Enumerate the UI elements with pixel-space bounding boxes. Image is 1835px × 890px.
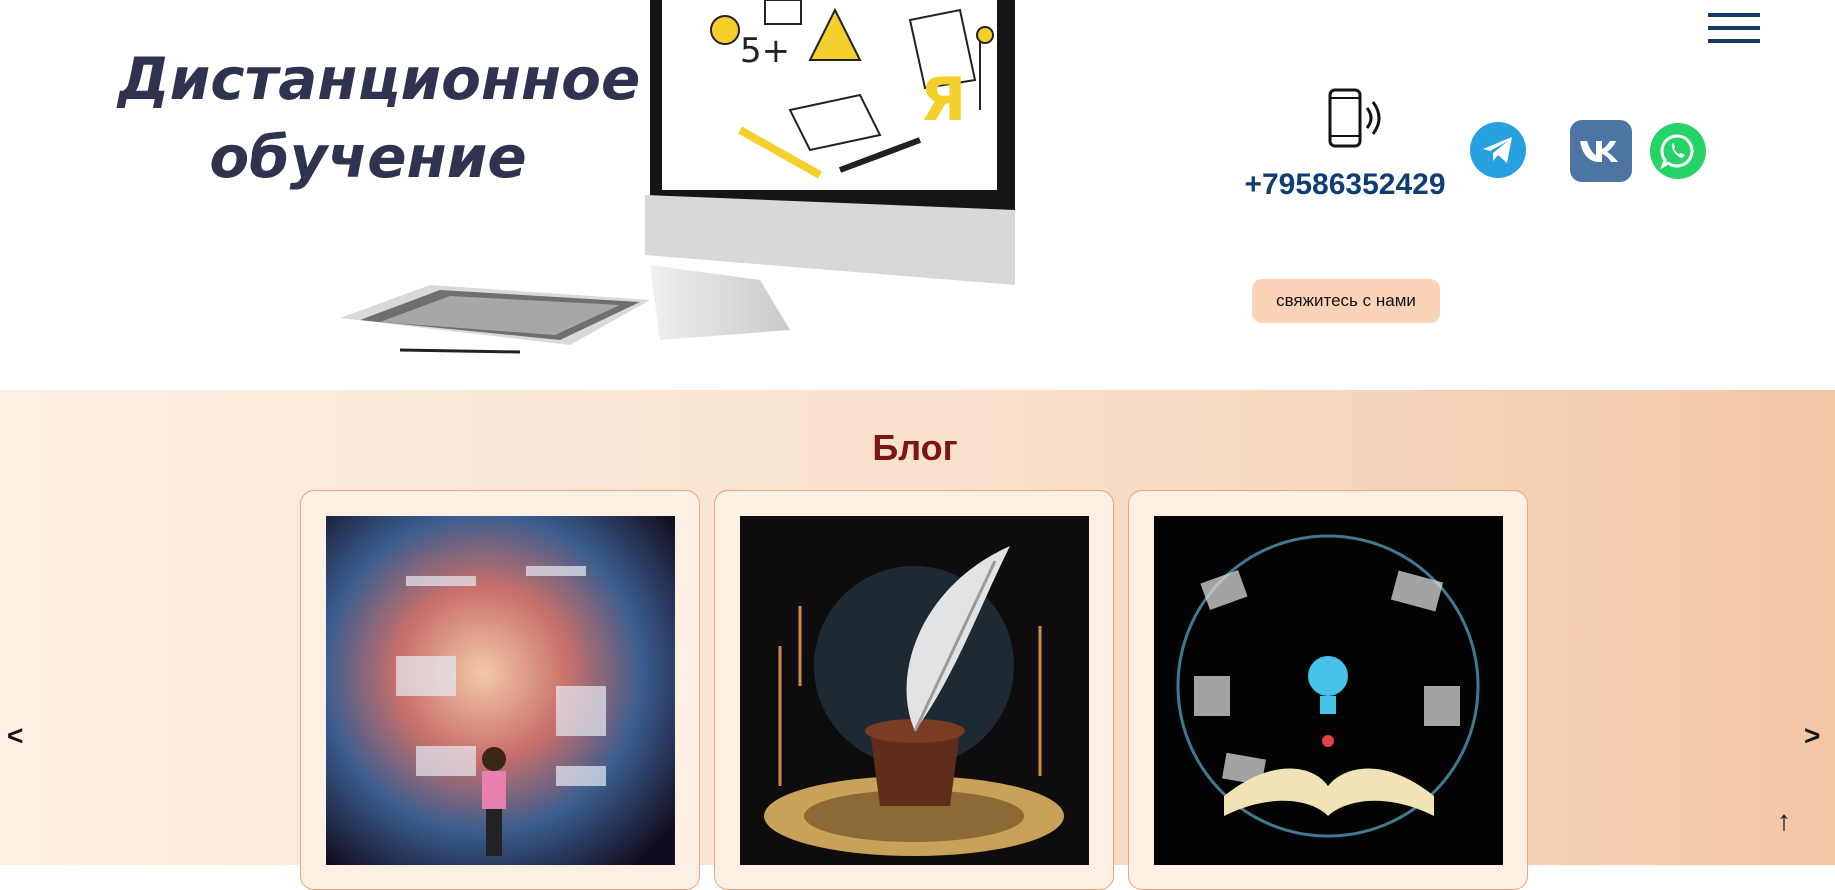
whatsapp-phone-glyph [1660, 134, 1694, 169]
blog-section: Блог < > ↑ [0, 390, 1835, 890]
svg-text:5+: 5+ [740, 31, 790, 71]
blog-title: Блог [872, 427, 958, 468]
whatsapp-icon[interactable] [1650, 123, 1706, 179]
telegram-icon[interactable] [1470, 122, 1526, 178]
hamburger-menu-icon[interactable] [1708, 13, 1760, 45]
carousel-next-arrow[interactable]: > [1804, 720, 1820, 752]
phone-icon [1328, 88, 1381, 148]
monitor-illustration: 5+ Я [340, 0, 1015, 354]
blog-card[interactable] [1128, 490, 1528, 890]
svg-text:Я: Я [920, 65, 966, 135]
scroll-to-top-button[interactable]: ↑ [1777, 805, 1791, 837]
blog-card[interactable] [714, 490, 1114, 890]
carousel-prev-arrow[interactable]: < [7, 720, 23, 752]
vk-icon[interactable] [1570, 120, 1632, 182]
blog-card-image[interactable] [326, 516, 675, 865]
blog-card-image[interactable] [740, 516, 1089, 865]
blog-card[interactable] [300, 490, 700, 890]
contact-us-button[interactable]: свяжитесь с нами [1252, 279, 1440, 323]
site-header: Дистанционное обучение 5+ Я +79586352429… [0, 0, 1835, 390]
phone-number[interactable]: +79586352429 [1240, 168, 1450, 202]
telegram-plane-glyph [1483, 137, 1512, 163]
vk-logo-glyph [1580, 141, 1618, 162]
blog-card-image[interactable] [1154, 516, 1503, 865]
